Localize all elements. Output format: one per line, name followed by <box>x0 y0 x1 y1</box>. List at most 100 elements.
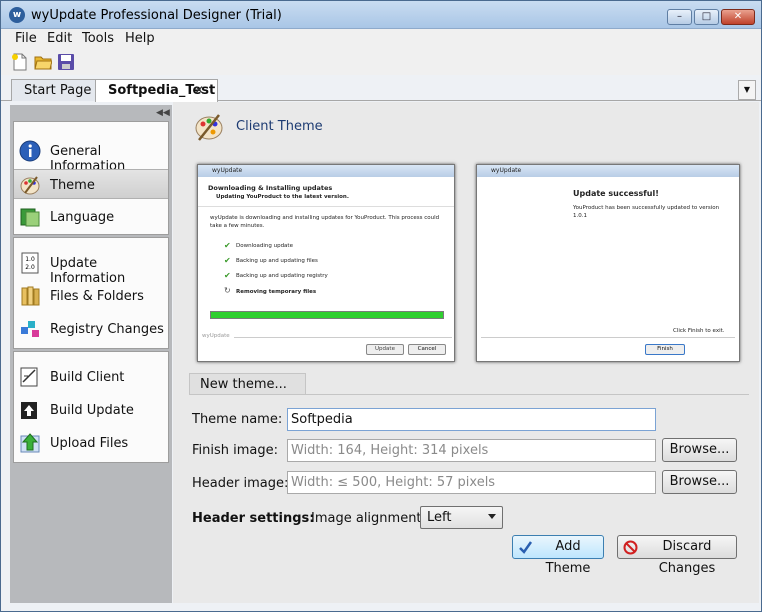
preview-step: Downloading update <box>236 243 293 249</box>
wyupdate-logo-icon: w <box>9 7 25 23</box>
page-title: Client Theme <box>236 119 323 134</box>
document-tabs: Start Page Softpedia_Test <box>1 77 761 102</box>
spinner-icon: ↻ <box>224 286 231 295</box>
theme-name-input[interactable]: Softpedia <box>287 408 656 431</box>
checkmark-icon: ✔ <box>224 256 231 265</box>
open-folder-icon[interactable] <box>34 53 52 71</box>
preview-header <box>198 177 454 207</box>
preview-step: Backing up and updating files <box>236 258 318 264</box>
title-bar[interactable]: w wyUpdate Professional Designer (Trial)… <box>1 1 761 29</box>
theme-name-label: Theme name: <box>192 412 283 427</box>
preview-divider <box>481 337 735 338</box>
header-image-label: Header image: <box>192 476 289 491</box>
sidebar-item-registry-changes[interactable]: Registry Changes <box>14 314 168 344</box>
preview-step: Backing up and updating registry <box>236 273 328 279</box>
image-alignment-select[interactable]: Left <box>420 506 503 529</box>
palette-icon <box>20 176 40 195</box>
close-tab-icon[interactable]: ✕ <box>194 83 204 97</box>
preview-desc-line1: wyUpdate is downloading and installing u… <box>210 215 440 221</box>
no-entry-icon <box>623 540 638 555</box>
info-icon <box>19 140 41 162</box>
downloading-preview: wyUpdate Downloading & Installing update… <box>197 164 455 362</box>
sidebar-group-update: 1.0 2.0 Update Information Files & Folder… <box>13 237 169 349</box>
sidebar-group-build: Build Client Build Update Upload Files <box>13 351 169 463</box>
preview-progress-bar <box>210 311 444 319</box>
tab-start-page[interactable]: Start Page <box>11 79 105 101</box>
menu-bar: File Edit Tools Help <box>1 29 761 49</box>
files-icon <box>21 286 40 306</box>
sidebar-item-label: Registry Changes <box>50 322 164 337</box>
preview-heading: Update successful! <box>573 189 659 198</box>
sidebar-item-general-information[interactable]: General Information <box>14 136 168 174</box>
build-update-icon <box>21 402 37 419</box>
sidebar-item-build-update[interactable]: Build Update <box>14 395 168 425</box>
menu-help[interactable]: Help <box>125 31 155 46</box>
preview-heading: Downloading & Installing updates <box>208 184 333 192</box>
add-theme-label: Add Theme <box>545 539 591 576</box>
image-alignment-value: Left <box>427 510 452 525</box>
browse-finish-image-button[interactable]: Browse... <box>662 438 737 462</box>
finish-image-label: Finish image: <box>192 443 279 458</box>
discard-changes-label: Discard Changes <box>658 539 716 576</box>
preview-divider <box>234 337 452 338</box>
toolbar <box>1 49 761 75</box>
sidebar-item-language[interactable]: Language <box>14 202 168 232</box>
window-title: wyUpdate Professional Designer (Trial) <box>31 8 282 23</box>
close-window-button[interactable]: ✕ <box>721 9 755 25</box>
svg-text:2.0: 2.0 <box>25 264 35 271</box>
sidebar-item-upload-files[interactable]: Upload Files <box>14 428 168 458</box>
success-preview: wyUpdate Update successful! YouProduct h… <box>476 164 740 362</box>
sidebar-item-theme[interactable]: Theme <box>14 169 168 199</box>
preview-step: Removing temporary files <box>236 289 317 295</box>
registry-icon <box>21 321 39 337</box>
palette-icon <box>195 114 223 141</box>
save-icon[interactable] <box>57 53 75 71</box>
app-window: w wyUpdate Professional Designer (Trial)… <box>0 0 762 612</box>
sidebar-item-label: Files & Folders <box>50 289 144 304</box>
preview-footer: wyUpdate <box>202 333 230 339</box>
image-alignment-label: Image alignment: <box>311 511 426 526</box>
checkmark-icon <box>519 541 533 554</box>
minimize-button[interactable]: – <box>667 9 692 25</box>
svg-text:1.0: 1.0 <box>25 256 35 263</box>
sidebar-group-project: General Information Theme Language <box>13 121 169 235</box>
sidebar-item-files-folders[interactable]: Files & Folders <box>14 281 168 311</box>
sidebar-item-update-information[interactable]: 1.0 2.0 Update Information <box>14 248 168 286</box>
sidebar-item-build-client[interactable]: Build Client <box>14 362 168 392</box>
add-theme-button[interactable]: Add Theme <box>512 535 604 576</box>
preview-desc-line2: 1.0.1 <box>573 213 587 219</box>
build-client-icon <box>20 367 38 387</box>
new-theme-section-tab[interactable]: New theme... <box>189 373 306 395</box>
finish-image-input[interactable]: Width: 164, Height: 314 pixels <box>287 439 656 462</box>
menu-edit[interactable]: Edit <box>47 31 72 46</box>
preview-title-bar: wyUpdate <box>198 165 454 177</box>
preview-title-bar: wyUpdate <box>477 165 739 177</box>
sidebar-item-label: Language <box>50 210 115 225</box>
menu-tools[interactable]: Tools <box>82 31 114 46</box>
preview-update-button: Update <box>366 344 404 355</box>
new-file-icon[interactable] <box>11 53 29 71</box>
browse-header-image-button[interactable]: Browse... <box>662 470 737 494</box>
preview-finish-hint: Click Finish to exit. <box>673 328 725 334</box>
sidebar-item-label: Build Client <box>50 370 125 385</box>
preview-desc-line2: take a few minutes. <box>210 223 265 229</box>
sidebar: ◀◀ General Information Theme Language 1.… <box>10 105 172 603</box>
checkmark-icon: ✔ <box>224 271 231 280</box>
language-icon <box>20 208 40 227</box>
tab-list-dropdown[interactable]: ▼ <box>738 80 756 100</box>
menu-file[interactable]: File <box>15 31 37 46</box>
upload-icon <box>20 433 40 453</box>
preview-cancel-button: Cancel <box>408 344 446 355</box>
version-icon: 1.02.0 <box>21 252 39 274</box>
collapse-sidebar-icon[interactable]: ◀◀ <box>156 108 170 118</box>
chevron-down-icon <box>488 514 496 519</box>
preview-desc-line1: YouProduct has been successfully updated… <box>573 205 720 211</box>
sidebar-item-label: Build Update <box>50 403 134 418</box>
sidebar-item-label: Theme <box>50 178 95 193</box>
header-settings-label: Header settings: <box>192 511 315 526</box>
header-image-input[interactable]: Width: ≤ 500, Height: 57 pixels <box>287 471 656 494</box>
maximize-button[interactable]: □ <box>694 9 719 25</box>
preview-subheading: Updating YouProduct to the latest versio… <box>216 194 349 200</box>
preview-finish-button: Finish <box>645 344 685 355</box>
discard-changes-button[interactable]: Discard Changes <box>617 535 737 576</box>
